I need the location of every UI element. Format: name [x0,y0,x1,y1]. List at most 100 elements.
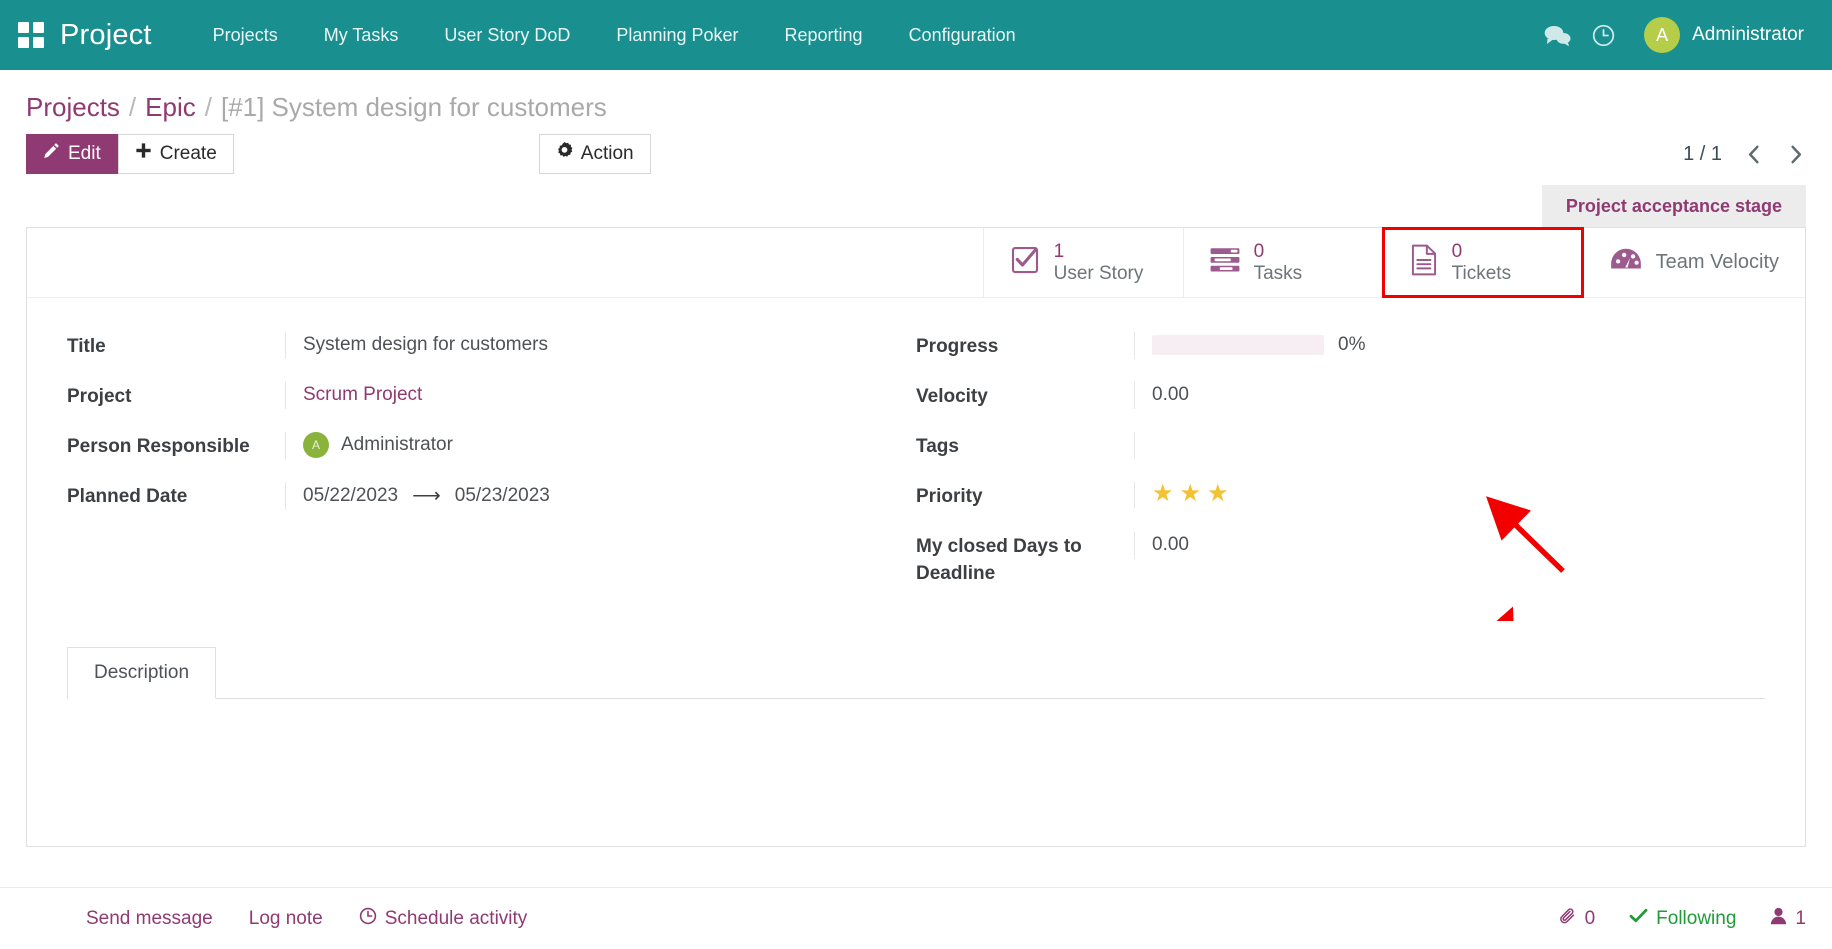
apps-grid-icon[interactable] [18,22,44,48]
star-icon[interactable]: ★ [1152,482,1174,506]
main-menu: Projects My Tasks User Story DoD Plannin… [190,0,1039,70]
app-brand-title[interactable]: Project [60,19,152,52]
field-value[interactable] [1134,432,1755,458]
schedule-activity-button[interactable]: Schedule activity [359,907,528,931]
breadcrumb-item-epic[interactable]: Epic [145,92,196,123]
gear-icon [556,142,573,166]
stat-button-team-velocity[interactable]: Team Velocity [1583,228,1805,297]
tachometer-gauge-icon [1610,247,1642,278]
field-value-wrapper: Scrum Project [285,382,906,409]
star-icon[interactable]: ★ [1207,482,1229,506]
record-action-buttons: Edit Create [26,134,234,174]
field-value[interactable]: 0.00 [1134,382,1755,409]
nav-item-projects[interactable]: Projects [190,0,301,70]
user-name-label: Administrator [1692,24,1804,46]
navbar-right-tools: A Administrator [1534,12,1808,58]
notebook: Description [27,647,1805,829]
tab-description[interactable]: Description [67,647,216,699]
followers-count: 1 [1795,908,1806,930]
field-value-wrapper: A Administrator [285,432,906,459]
field-person-responsible: Person Responsible A Administrator [67,432,906,461]
attachment-count: 0 [1585,908,1596,930]
stat-label: User Story [1054,263,1144,284]
field-my-closed-days-to-deadline: My closed Days to Deadline 0.00 [916,532,1755,588]
stat-button-user-story[interactable]: 1 User Story [983,228,1183,297]
create-button-label: Create [160,142,217,166]
stat-button-tickets[interactable]: 0 Tickets [1383,228,1583,297]
check-icon [1629,907,1648,930]
field-progress: Progress 0% [916,332,1755,361]
field-label: Velocity [916,382,1134,411]
field-velocity: Velocity 0.00 [916,382,1755,411]
edit-button-label: Edit [68,142,101,166]
stat-value: 0 [1452,241,1511,262]
log-note-button[interactable]: Log note [249,908,323,930]
progress-bar[interactable] [1152,335,1324,355]
pencil-icon [43,142,60,166]
status-badge[interactable]: Project acceptance stage [1542,185,1806,227]
document-lines-icon [1410,244,1438,281]
field-planned-date: Planned Date 05/22/2023 ⟶ 05/23/2023 [67,482,906,511]
clock-icon[interactable] [1580,12,1626,58]
field-label: My closed Days to Deadline [916,532,1134,588]
field-priority: Priority ★ ★ ★ [916,482,1755,511]
clock-icon [359,907,377,931]
project-link[interactable]: Scrum Project [303,384,422,405]
stat-value: 0 [1254,241,1303,262]
breadcrumb-separator: / [129,92,136,123]
arrow-right-icon: ⟶ [412,482,441,510]
user-icon [1770,907,1787,931]
tab-panel-description[interactable] [67,699,1765,829]
check-square-icon [1010,245,1040,280]
star-icon[interactable]: ★ [1180,482,1202,506]
pager: 1 / 1 [1683,143,1806,166]
form-view-container: Project acceptance stage 1 User Story [0,185,1832,847]
messages-icon[interactable] [1534,12,1580,58]
priority-stars[interactable]: ★ ★ ★ [1152,482,1755,506]
form-fields: Title System design for customers Projec… [27,298,1805,619]
followers-button[interactable]: 1 [1770,907,1806,931]
paperclip-icon [1559,907,1577,931]
progress-percent-label: 0% [1338,332,1365,359]
stat-button-tasks[interactable]: 0 Tasks [1183,228,1383,297]
form-column-left: Title System design for customers Projec… [67,332,916,609]
nav-item-user-story-dod[interactable]: User Story DoD [421,0,593,70]
user-menu[interactable]: A Administrator [1626,17,1808,53]
person-responsible-name[interactable]: Administrator [341,432,453,459]
planned-date-end[interactable]: 05/23/2023 [455,483,550,510]
nav-item-my-tasks[interactable]: My Tasks [301,0,422,70]
action-button[interactable]: Action [539,134,651,174]
stat-buttons-row: 1 User Story 0 Task [27,228,1805,298]
avatar: A [303,432,329,458]
field-value-wrapper: 0% [1134,332,1755,359]
nav-item-reporting[interactable]: Reporting [762,0,886,70]
planned-date-start[interactable]: 05/22/2023 [303,483,398,510]
field-value[interactable]: System design for customers [285,332,906,359]
avatar: A [1644,17,1680,53]
field-tags: Tags [916,432,1755,461]
record-sheet: 1 User Story 0 Task [26,227,1806,847]
statusbar-row: Project acceptance stage [26,185,1806,227]
control-panel: Edit Create Action 1 / 1 [0,123,1832,185]
following-button[interactable]: Following [1629,907,1736,930]
create-button[interactable]: Create [118,134,234,174]
send-message-button[interactable]: Send message [86,908,213,930]
field-value[interactable]: 0.00 [1134,532,1755,559]
chevron-right-icon[interactable] [1786,143,1806,166]
chevron-left-icon[interactable] [1744,143,1764,166]
notebook-tabs: Description [67,647,1765,699]
pager-count-label: 1 / 1 [1683,143,1722,166]
schedule-activity-label: Schedule activity [385,908,528,930]
nav-item-configuration[interactable]: Configuration [886,0,1039,70]
edit-button[interactable]: Edit [26,134,118,174]
field-label: Progress [916,332,1134,361]
field-label: Project [67,382,285,411]
stat-value: 1 [1054,241,1144,262]
attachments-button[interactable]: 0 [1559,907,1596,931]
breadcrumb-item-projects[interactable]: Projects [26,92,120,123]
following-label: Following [1656,908,1736,930]
stat-label: Tasks [1254,263,1303,284]
field-title: Title System design for customers [67,332,906,361]
nav-item-planning-poker[interactable]: Planning Poker [593,0,761,70]
field-label: Title [67,332,285,361]
